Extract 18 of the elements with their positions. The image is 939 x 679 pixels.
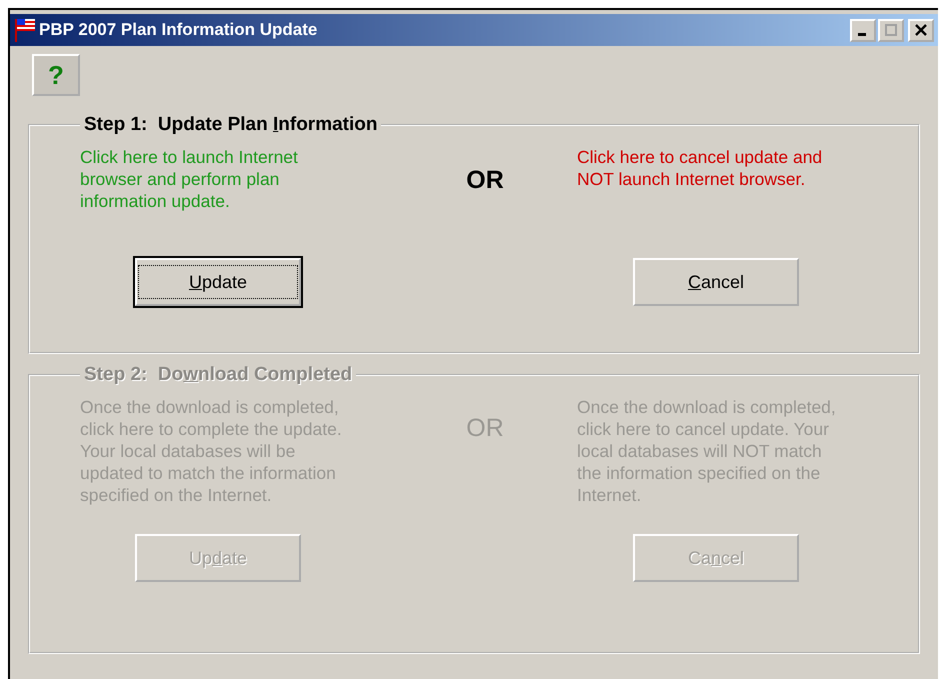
help-button[interactable]: ?: [32, 54, 80, 96]
minimize-icon: [858, 33, 866, 36]
group-title: Step 1: Update Plan Information: [83, 114, 378, 136]
flag-icon: [14, 18, 36, 42]
action-button[interactable]: Update: [135, 258, 301, 306]
or-label: OR: [465, 413, 505, 444]
window-title: PBP 2007 Plan Information Update: [39, 20, 318, 40]
instruction-text: Once the download is completed, click here to complete the update. Your local databases will be updated to match the information specified on the Internet.: [80, 396, 342, 507]
minimize-button[interactable]: [850, 18, 876, 42]
close-icon: [915, 24, 927, 36]
action-button[interactable]: Cancel: [633, 258, 799, 306]
maximize-icon: [885, 24, 897, 36]
instruction-text: Click here to launch Internet browser and perform plan information update.: [80, 146, 298, 213]
instruction-text: Once the download is completed, click here to cancel update. Your local databases will NOT match the information specified on the Internet.: [577, 396, 836, 507]
close-button[interactable]: [908, 18, 934, 42]
instruction-text: Click here to cancel update and NOT launch Internet browser.: [577, 146, 822, 191]
or-label: OR: [465, 165, 505, 196]
group-title: Step 2: Download Completed: [83, 364, 354, 386]
